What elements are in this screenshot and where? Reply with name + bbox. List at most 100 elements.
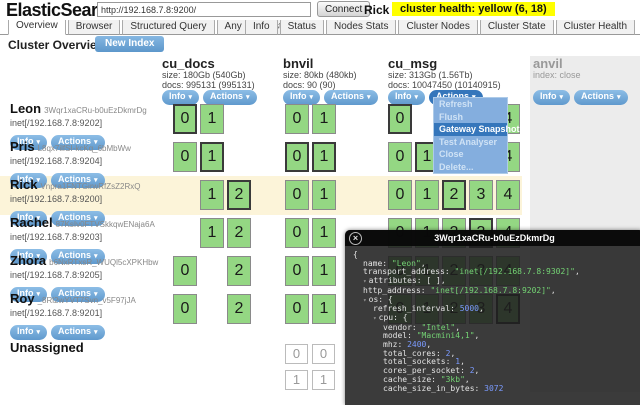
shard-cu_msg-0[interactable]: 0 (388, 180, 412, 210)
index-info-button[interactable]: Info▾ (533, 90, 570, 105)
shard-cu_docs-1[interactable]: 1 (200, 104, 224, 134)
index-actions-menu: RefreshFlushGateway SnapshotTest Analyse… (433, 97, 508, 174)
json-key: refresh_interval: (373, 304, 460, 313)
index-header-anvil: anvilindex: close Info▾Actions▾ (533, 57, 640, 90)
json-key: transport_address: (363, 267, 455, 276)
unassigned-shard-bnvil-1[interactable]: 1 (285, 370, 308, 390)
tab-cluster-health[interactable]: Cluster Health (556, 18, 635, 35)
index-actions-button[interactable]: Actions▾ (324, 90, 378, 105)
node-name: Rachel (10, 215, 53, 230)
tab-info[interactable]: Info (245, 18, 278, 35)
shard-cu_docs-2[interactable]: 2 (227, 180, 251, 210)
json-num: 3072 (484, 384, 503, 393)
unassigned-section-label: Unassigned (10, 340, 84, 355)
shard-cu_msg-0[interactable]: 0 (388, 142, 412, 172)
shard-bnvil-0[interactable]: 0 (285, 142, 309, 172)
shard-bnvil-1[interactable]: 1 (312, 294, 336, 324)
tab-structured-query[interactable]: Structured Query (122, 18, 214, 35)
chevron-down-icon: ▾ (560, 94, 564, 101)
json-key: total_sockets: (383, 357, 455, 366)
node-info-button[interactable]: Info▾ (10, 325, 47, 340)
tab-nodes-stats[interactable]: Nodes Stats (326, 18, 396, 35)
tab-cluster-nodes[interactable]: Cluster Nodes (398, 18, 477, 35)
tab-cluster-state[interactable]: Cluster State (480, 18, 554, 35)
json-str: "Intel" (422, 323, 456, 332)
chevron-down-icon: ▾ (415, 94, 419, 101)
index-name: cu_msg (388, 57, 506, 70)
shard-bnvil-1[interactable]: 1 (312, 218, 336, 248)
index-buttons: Info▾ Actions▾ (283, 86, 382, 105)
unassigned-shard-bnvil-1[interactable]: 1 (312, 370, 335, 390)
shard-bnvil-0[interactable]: 0 (285, 218, 309, 248)
new-index-button[interactable]: New Index (95, 36, 164, 52)
node-inet-address: inet[/192.168.7.8:9203] (10, 232, 178, 243)
json-str: "Macmini4,1" (417, 331, 475, 340)
chevron-down-icon: ▾ (310, 94, 314, 101)
menu-item-refresh[interactable]: Refresh (434, 98, 507, 111)
node-id: L8qx7ilfSI-kcKq_6bMbWw (38, 144, 131, 153)
json-key: mhz: (383, 340, 407, 349)
node-inet-address: inet[/192.168.7.8:9204] (10, 156, 178, 167)
shard-bnvil-1[interactable]: 1 (312, 256, 336, 286)
chevron-down-icon: ▾ (367, 94, 371, 101)
shard-bnvil-1[interactable]: 1 (312, 104, 336, 134)
shard-bnvil-0[interactable]: 0 (285, 180, 309, 210)
shard-cu_msg-4[interactable]: 4 (496, 180, 520, 210)
tab-status[interactable]: Status (280, 18, 324, 35)
shard-bnvil-0[interactable]: 0 (285, 104, 309, 134)
json-key: cache_size_in_bytes: (383, 384, 484, 393)
shard-cu_msg-3[interactable]: 3 (469, 180, 493, 210)
node-actions-button[interactable]: Actions▾ (51, 325, 105, 340)
menu-item-test-analyser[interactable]: Test Analyser (434, 136, 507, 149)
shard-cu_docs-1[interactable]: 1 (200, 218, 224, 248)
panel-json-body: {name: "Leon",transport_address: "inet[/… (345, 246, 640, 393)
json-punc: , (426, 340, 431, 349)
index-actions-button[interactable]: Actions▾ (574, 90, 628, 105)
json-str: "inet[/192.168.7.8:9202]" (430, 286, 550, 295)
menu-item-flush[interactable]: Flush (434, 111, 507, 124)
url-input[interactable] (97, 2, 311, 17)
shard-cu_docs-1[interactable]: 1 (200, 180, 224, 210)
node-title-line: Roy_8Rl2wYVT7Svn_v5F97jJA (10, 290, 178, 308)
shard-bnvil-1[interactable]: 1 (312, 180, 336, 210)
cluster-health-badge: cluster health: yellow (6, 18) (392, 2, 555, 16)
shard-bnvil-1[interactable]: 1 (312, 142, 336, 172)
connect-button[interactable]: Connect (317, 1, 370, 17)
shard-cu_msg-0[interactable]: 0 (388, 104, 412, 134)
shard-cu_docs-0[interactable]: 0 (173, 294, 197, 324)
shard-cu_docs-2[interactable]: 2 (227, 256, 251, 286)
unassigned-shard-bnvil-0[interactable]: 0 (285, 344, 308, 364)
shard-cu_docs-2[interactable]: 2 (227, 218, 251, 248)
panel-title-bar[interactable]: × 3Wqr1xaCRu-b0uEzDkmrDg (345, 230, 640, 246)
index-actions-button[interactable]: Actions▾ (203, 90, 257, 105)
json-punc: , (465, 375, 470, 384)
shard-cu_docs-0[interactable]: 0 (173, 142, 197, 172)
index-size: size: 313Gb (1.56Tb) (388, 70, 506, 80)
shard-cu_docs-0[interactable]: 0 (173, 104, 197, 134)
shard-bnvil-0[interactable]: 0 (285, 294, 309, 324)
shard-cu_msg-1[interactable]: 1 (415, 180, 439, 210)
collapse-triangle-icon[interactable]: ▾ (363, 278, 367, 285)
node-id: _8Rl2wYVT7Svn_v5F97jJA (38, 296, 136, 305)
json-punc: , (575, 267, 580, 276)
menu-item-gateway-snapshot[interactable]: Gateway Snapshot (434, 123, 507, 136)
shard-cu_docs-1[interactable]: 1 (200, 142, 224, 172)
shard-cu_msg-2[interactable]: 2 (442, 180, 466, 210)
shard-cu_docs-0[interactable]: 0 (173, 256, 197, 286)
shard-bnvil-0[interactable]: 0 (285, 256, 309, 286)
chevron-down-icon: ▾ (37, 329, 41, 336)
menu-item-delete[interactable]: Delete... (434, 161, 507, 174)
json-key: vendor: (383, 323, 422, 332)
collapse-triangle-icon[interactable]: ▾ (373, 315, 377, 322)
panel-close-button[interactable]: × (349, 232, 362, 245)
json-num: 2400 (407, 340, 426, 349)
index-info-button[interactable]: Info▾ (283, 90, 320, 105)
node-name: Zhora (10, 253, 46, 268)
menu-item-close[interactable]: Close (434, 148, 507, 161)
collapse-triangle-icon[interactable]: ▾ (363, 297, 367, 304)
shard-cu_docs-2[interactable]: 2 (227, 294, 251, 324)
unassigned-shard-bnvil-0[interactable]: 0 (312, 344, 335, 364)
index-info-button[interactable]: Info▾ (388, 90, 425, 105)
json-num: 5000 (460, 304, 479, 313)
json-punc: , (455, 323, 460, 332)
